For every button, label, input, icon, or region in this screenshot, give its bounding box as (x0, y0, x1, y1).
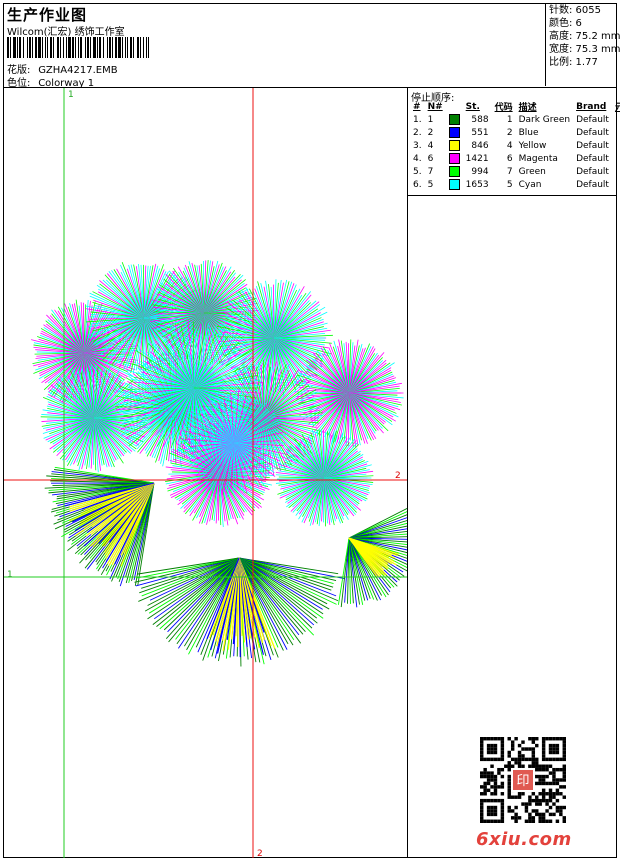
row-brand: Default (576, 140, 609, 151)
row-code: 7 (506, 166, 513, 177)
color-swatch (448, 179, 460, 190)
row-stitches: 846 (471, 140, 489, 151)
row-index: 1. (413, 114, 422, 125)
row-needle: 2 (427, 127, 434, 138)
design-width: 宽度: 75.3 mm (549, 44, 620, 55)
row-brand: Default (576, 127, 609, 138)
row-index: 4. (413, 153, 422, 164)
row-description: Blue (518, 127, 539, 138)
qr-seal-glyph: 印 (516, 774, 529, 789)
table-row: 4. 6 1421 6 Magenta Default (410, 152, 620, 165)
row-element (612, 178, 620, 191)
row-description: Dark Green (518, 114, 571, 125)
row-code: 6 (506, 153, 513, 164)
row-swatch (446, 178, 463, 191)
page-title: 生产作业图 (7, 6, 88, 24)
row-needle: 6 (427, 153, 434, 164)
guide-label-red-right: 2 (395, 471, 401, 481)
row-swatch (446, 152, 463, 165)
table-row: 5. 7 994 7 Green Default (410, 165, 620, 178)
col-code: 代码 (494, 103, 513, 113)
col-element: 元素 (614, 103, 620, 113)
col-stitches: St. (465, 101, 480, 112)
col-description: 描述 (518, 103, 537, 113)
design-scale: 比例: 1.77 (549, 57, 598, 68)
embroidery-design-canvas: 1 1 2 2 (4, 88, 407, 858)
row-index: 6. (413, 179, 422, 190)
row-brand: Default (576, 179, 609, 190)
color-swatch (448, 166, 460, 177)
row-swatch (446, 126, 463, 139)
row-index: 5. (413, 166, 422, 177)
row-needle: 7 (427, 166, 434, 177)
row-needle: 4 (427, 140, 434, 151)
panel-divider (408, 195, 617, 196)
row-element (612, 165, 620, 178)
col-index: # (413, 101, 421, 112)
col-needle: N# (427, 101, 443, 112)
table-row: 1. 1 588 1 Dark Green Default (410, 113, 620, 126)
table-row: 6. 5 1653 5 Cyan Default (410, 178, 620, 191)
row-element (612, 126, 620, 139)
row-index: 2. (413, 127, 422, 138)
row-stitches: 994 (471, 166, 489, 177)
row-stitches: 1653 (465, 179, 489, 190)
row-code: 1 (506, 114, 513, 125)
row-swatch (446, 139, 463, 152)
row-brand: Default (576, 166, 609, 177)
row-code: 5 (506, 179, 513, 190)
row-code: 2 (506, 127, 513, 138)
row-brand: Default (576, 114, 609, 125)
color-count: 颜色: 6 (549, 18, 582, 29)
row-element (612, 152, 620, 165)
row-element (612, 113, 620, 126)
barcode (7, 37, 149, 58)
col-swatch (446, 100, 463, 113)
row-description: Yellow (518, 140, 547, 151)
row-needle: 5 (427, 179, 434, 190)
table-header-row: # N# St. 代码 描述 Brand 元素 (410, 100, 620, 114)
qr-code: 印 (480, 737, 566, 823)
company-name: Wilcom(汇宏) 绣饰工作室 (7, 27, 125, 38)
row-element (612, 139, 620, 152)
row-code: 4 (506, 140, 513, 151)
row-needle: 1 (427, 114, 434, 125)
color-swatch (448, 114, 460, 125)
row-swatch (446, 113, 463, 126)
stitch-count: 针数: 6055 (549, 5, 601, 16)
watermark-logo: 6xiu.com (476, 829, 572, 850)
row-description: Cyan (518, 179, 542, 190)
col-brand: Brand (576, 101, 607, 112)
design-stats: 针数: 6055 颜色: 6 高度: 75.2 mm 宽度: 75.3 mm 比… (545, 3, 620, 86)
row-stitches: 1421 (465, 153, 489, 164)
row-stitches: 551 (471, 127, 489, 138)
guide-label-green-left: 1 (7, 570, 13, 580)
color-swatch (448, 127, 460, 138)
row-description: Magenta (518, 153, 558, 164)
design-height: 高度: 75.2 mm (549, 31, 620, 42)
row-brand: Default (576, 153, 609, 164)
table-row: 2. 2 551 2 Blue Default (410, 126, 620, 139)
row-description: Green (518, 166, 546, 177)
guide-label-green-top: 1 (68, 90, 74, 100)
stop-sequence-table: # N# St. 代码 描述 Brand 元素 1. 1 588 1 Dark Gree… (410, 100, 620, 191)
row-stitches: 588 (471, 114, 489, 125)
color-swatch (448, 153, 460, 164)
row-swatch (446, 165, 463, 178)
row-index: 3. (413, 140, 422, 151)
guide-label-red-bottom: 2 (257, 849, 263, 858)
table-row: 3. 4 846 4 Yellow Default (410, 139, 620, 152)
color-swatch (448, 140, 460, 151)
